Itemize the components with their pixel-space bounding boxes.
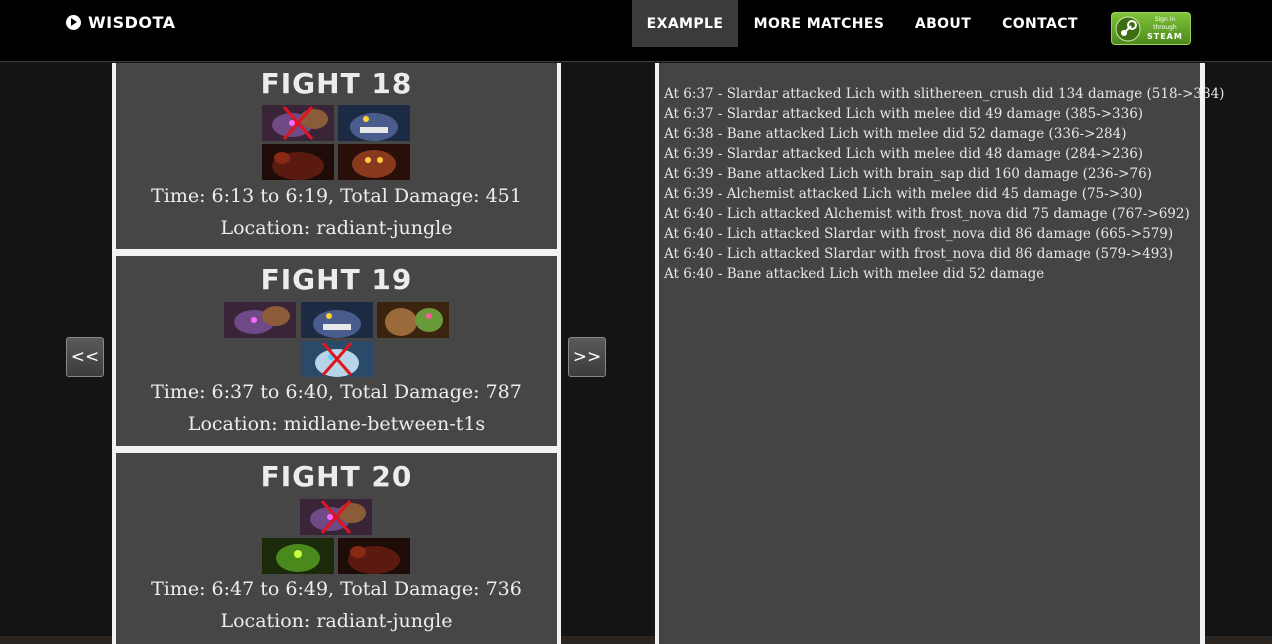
log-line: At 6:40 - Lich attacked Slardar with fro… bbox=[664, 246, 1174, 262]
log-line: At 6:37 - Slardar attacked Lich with sli… bbox=[664, 86, 1225, 102]
fight-time: Time: 6:37 to 6:40, Total Damage: 787 bbox=[151, 381, 522, 403]
fight-title: FIGHT 18 bbox=[260, 67, 413, 100]
log-line: At 6:39 - Slardar attacked Lich with mel… bbox=[664, 146, 1144, 162]
play-circle-icon bbox=[66, 14, 81, 30]
steam-logo-icon bbox=[1115, 16, 1141, 42]
nav-more-matches[interactable]: MORE MATCHES bbox=[742, 0, 896, 47]
fight-card[interactable]: FIGHT 20 Time: 6:47 to 6:49, Total Damag… bbox=[116, 453, 557, 644]
steam-text-brand: STEAM bbox=[1147, 32, 1183, 41]
fight-location: Location: midlane-between-t1s bbox=[187, 413, 486, 435]
log-line: At 6:37 - Slardar attacked Lich with mel… bbox=[664, 106, 1144, 122]
steam-signin-button[interactable]: Sign in through STEAM bbox=[1111, 12, 1191, 45]
prev-fights-button[interactable]: << bbox=[66, 337, 104, 377]
steam-text-line1: Sign in bbox=[1154, 16, 1176, 23]
next-fights-button[interactable]: >> bbox=[568, 337, 606, 377]
hero-portrait-alchemist bbox=[377, 302, 449, 338]
fight-time: Time: 6:47 to 6:49, Total Damage: 736 bbox=[151, 578, 522, 600]
nav-contact[interactable]: CONTACT bbox=[992, 0, 1088, 47]
combat-log-panel[interactable]: At 6:37 - Slardar attacked Lich with sli… bbox=[659, 63, 1225, 644]
hero-portrait-venomancer bbox=[262, 538, 334, 574]
log-line: At 6:40 - Lich attacked Alchemist with f… bbox=[664, 206, 1190, 222]
hero-portrait-slardar bbox=[301, 302, 373, 338]
hero-portrait-alchemist bbox=[338, 144, 410, 180]
combat-log: At 6:37 - Slardar attacked Lich with sli… bbox=[655, 63, 1225, 644]
steam-text-line2: through bbox=[1153, 24, 1177, 31]
hero-portrait-bane bbox=[262, 105, 334, 141]
hero-portrait-bane bbox=[224, 302, 296, 338]
steam-text: Sign in through STEAM bbox=[1147, 16, 1183, 41]
log-line: At 6:38 - Bane attacked Lich with melee … bbox=[664, 126, 1127, 142]
hero-portrait-lion bbox=[262, 144, 334, 180]
brand-name: WISDOTA bbox=[88, 12, 176, 32]
fight-time: Time: 6:13 to 6:19, Total Damage: 451 bbox=[151, 185, 522, 207]
hero-portrait-bane bbox=[300, 499, 372, 535]
fight-card[interactable]: FIGHT 18 Time: 6:13 to 6:19, Total Damag… bbox=[116, 63, 557, 249]
fight-title: FIGHT 19 bbox=[260, 263, 413, 296]
log-line: At 6:40 - Lich attacked Slardar with fro… bbox=[664, 226, 1174, 242]
fight-location: Location: radiant-jungle bbox=[220, 217, 453, 239]
log-line: At 6:39 - Bane attacked Lich with brain_… bbox=[664, 166, 1152, 182]
navbar: WISDOTA EXAMPLE MORE MATCHES ABOUT CONTA… bbox=[0, 0, 1272, 62]
log-line: At 6:40 - Bane attacked Lich with melee … bbox=[664, 266, 1045, 282]
log-line: At 6:39 - Alchemist attacked Lich with m… bbox=[664, 186, 1143, 202]
hero-portrait-slardar bbox=[338, 105, 410, 141]
hero-portrait-lion bbox=[338, 538, 410, 574]
hero-portrait-lich bbox=[301, 341, 373, 377]
fight-title: FIGHT 20 bbox=[260, 460, 413, 493]
brand-link[interactable]: WISDOTA bbox=[66, 12, 176, 32]
nav-example[interactable]: EXAMPLE bbox=[632, 0, 738, 47]
nav-about[interactable]: ABOUT bbox=[905, 0, 981, 47]
fight-card[interactable]: FIGHT 19 Time: 6:37 to 6:40, Total Damag… bbox=[116, 256, 557, 446]
fight-location: Location: radiant-jungle bbox=[220, 610, 453, 632]
fight-list[interactable]: FIGHT 18 Time: 6:13 to 6:19, Total Damag… bbox=[112, 63, 561, 644]
